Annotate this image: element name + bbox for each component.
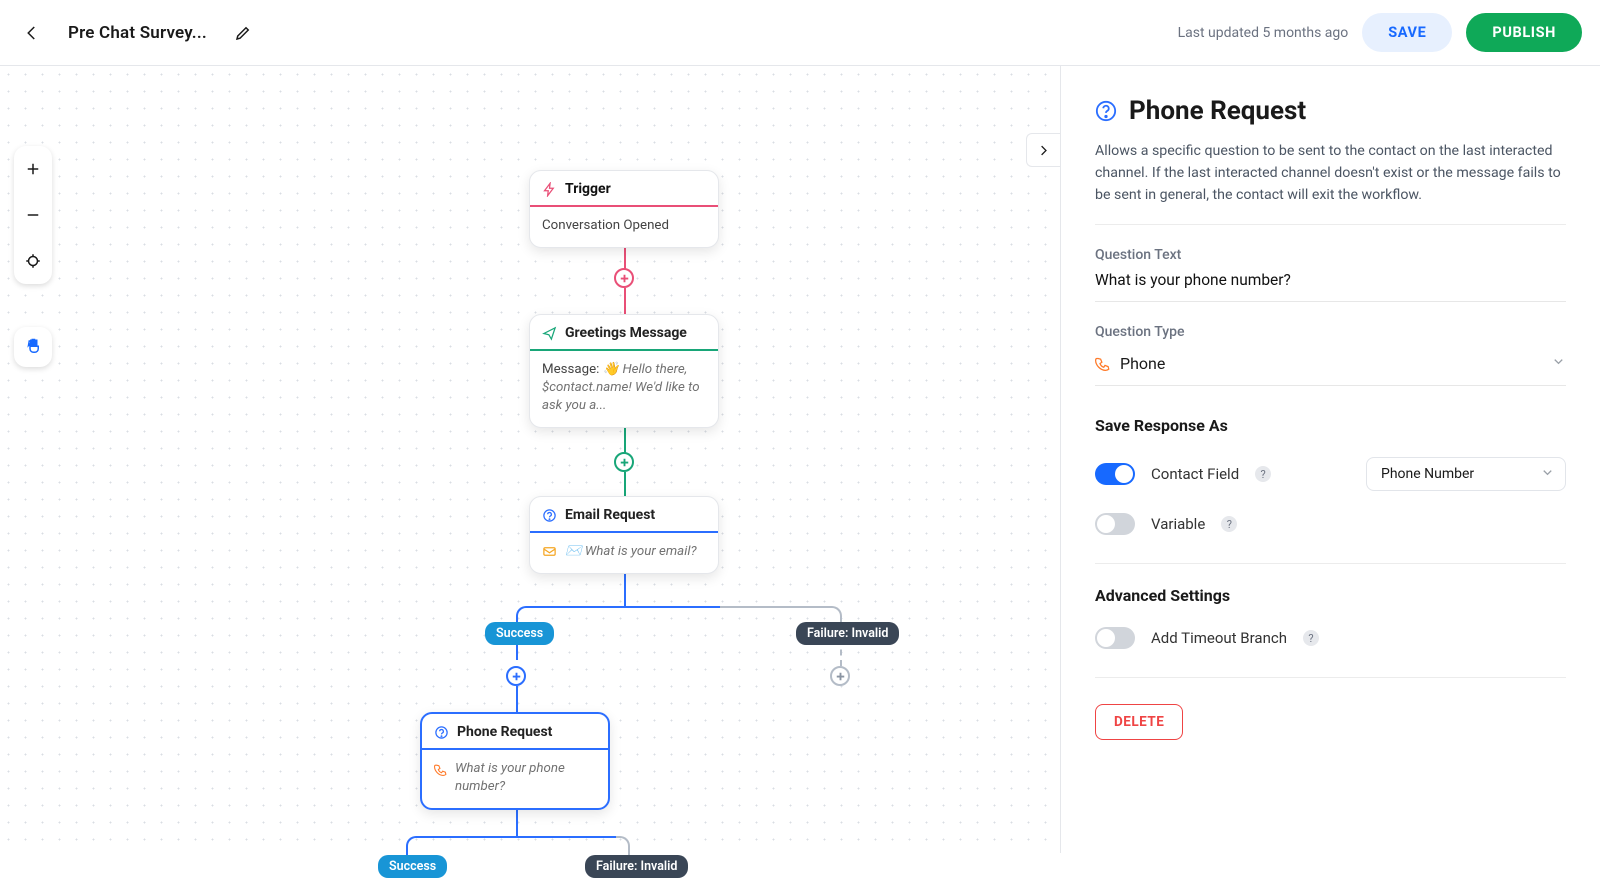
timeout-label: Add Timeout Branch (1151, 629, 1287, 647)
contact-field-select[interactable]: Phone Number (1366, 457, 1566, 491)
workflow-canvas[interactable]: Trigger Conversation Opened Greetings Me… (0, 66, 1060, 853)
zoom-toolbar (14, 146, 52, 284)
node-title: Greetings Message (565, 325, 687, 341)
contact-field-toggle[interactable] (1095, 463, 1135, 485)
collapse-panel-button[interactable] (1026, 133, 1060, 167)
question-icon (542, 508, 557, 523)
chevron-down-icon (1551, 354, 1566, 373)
back-button[interactable] (14, 15, 50, 51)
node-phone-request[interactable]: Phone Request What is your phone number? (420, 712, 610, 810)
node-body: Message: 👋 Hello there, $contact.name! W… (530, 351, 718, 427)
save-response-heading: Save Response As (1095, 416, 1566, 435)
add-step-button[interactable] (830, 666, 850, 686)
add-step-button[interactable] (614, 452, 634, 472)
node-trigger[interactable]: Trigger Conversation Opened (529, 170, 719, 248)
timeout-toggle[interactable] (1095, 627, 1135, 649)
send-icon (542, 326, 557, 341)
node-title: Email Request (565, 507, 655, 523)
help-icon[interactable]: ? (1303, 630, 1319, 646)
panel-description: Allows a specific question to be sent to… (1095, 140, 1566, 225)
question-text-input[interactable]: What is your phone number? (1095, 271, 1566, 302)
zoom-fit-button[interactable] (14, 238, 52, 284)
save-button[interactable]: SAVE (1362, 13, 1452, 52)
phone-icon (434, 762, 447, 777)
add-step-button[interactable] (614, 268, 634, 288)
pan-button[interactable] (14, 327, 52, 367)
node-title: Trigger (565, 181, 611, 197)
page-title: Pre Chat Survey... (68, 23, 207, 43)
branch-failure[interactable]: Failure: Invalid (585, 855, 688, 878)
node-body: ✉️ What is your email? (530, 533, 718, 573)
branch-success[interactable]: Success (378, 855, 447, 878)
add-step-button[interactable] (506, 666, 526, 686)
variable-toggle[interactable] (1095, 513, 1135, 535)
help-icon[interactable]: ? (1255, 466, 1271, 482)
properties-panel: Phone Request Allows a specific question… (1060, 66, 1600, 853)
phone-icon (1095, 356, 1110, 371)
advanced-settings-heading: Advanced Settings (1095, 586, 1566, 605)
mail-icon (542, 544, 557, 559)
zoom-in-button[interactable] (14, 146, 52, 192)
help-icon[interactable]: ? (1221, 516, 1237, 532)
node-email-request[interactable]: Email Request ✉️ What is your email? (529, 496, 719, 574)
question-icon (1095, 100, 1117, 122)
node-body: Conversation Opened (530, 207, 718, 247)
last-updated-text: Last updated 5 months ago (1178, 25, 1349, 41)
zoom-out-button[interactable] (14, 192, 52, 238)
edit-title-button[interactable] (225, 15, 261, 51)
variable-label: Variable (1151, 515, 1205, 533)
branch-failure[interactable]: Failure: Invalid (796, 622, 899, 645)
node-greeting-message[interactable]: Greetings Message Message: 👋 Hello there… (529, 314, 719, 428)
question-text-label: Question Text (1095, 247, 1566, 263)
question-type-select[interactable]: Phone (1095, 348, 1566, 386)
node-body: What is your phone number? (422, 750, 608, 808)
publish-button[interactable]: PUBLISH (1466, 13, 1582, 52)
pan-toolbar (14, 327, 52, 367)
bolt-icon (542, 182, 557, 197)
question-icon (434, 725, 449, 740)
chevron-down-icon (1540, 465, 1555, 484)
branch-success[interactable]: Success (485, 622, 554, 645)
question-type-label: Question Type (1095, 324, 1566, 340)
delete-button[interactable]: DELETE (1095, 704, 1183, 740)
node-title: Phone Request (457, 724, 552, 740)
contact-field-label: Contact Field (1151, 465, 1239, 483)
panel-title: Phone Request (1129, 96, 1306, 126)
